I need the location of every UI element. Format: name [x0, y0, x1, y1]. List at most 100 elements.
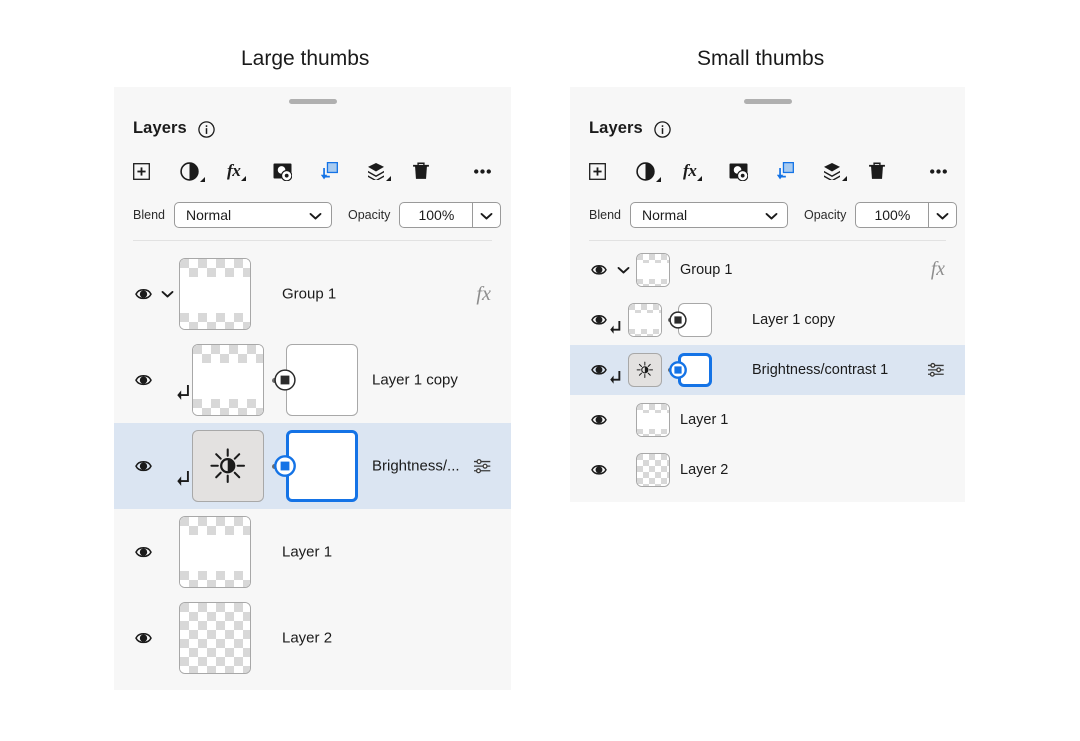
opacity-stepper[interactable] [472, 202, 502, 228]
layer-thumbnail[interactable] [179, 258, 251, 330]
blend-mode-select[interactable]: Normal [629, 202, 788, 228]
delete-layer-button[interactable] [412, 158, 430, 184]
transparency-checker [637, 454, 669, 486]
layer-thumbnail[interactable] [628, 353, 662, 387]
panel-drag-handle[interactable] [288, 99, 337, 104]
layer-row[interactable]: Layer 1 copy [114, 337, 511, 423]
layer-thumbnail[interactable] [192, 344, 264, 416]
layer-visibility-toggle[interactable] [588, 345, 610, 395]
chevron-down-icon [480, 207, 493, 223]
layer-thumbnail[interactable] [636, 253, 670, 287]
layer-visibility-toggle[interactable] [132, 595, 154, 681]
layer-mask-thumbnail[interactable] [285, 430, 358, 502]
small-thumbs-heading: Small thumbs [697, 47, 825, 70]
eye-icon [134, 288, 152, 300]
layer-thumbnails [628, 295, 713, 345]
layer-row[interactable]: Layer 2 [570, 445, 965, 495]
layer-name[interactable]: Group 1 [282, 286, 336, 303]
layer-row[interactable]: Brightness/contrast 1 [570, 345, 965, 395]
layer-mask-button[interactable] [273, 158, 292, 184]
layer-name[interactable]: Layer 2 [282, 630, 332, 647]
eye-icon [134, 374, 152, 386]
layer-row[interactable]: Layer 1 copy [570, 295, 965, 345]
layer-thumbnail[interactable] [179, 516, 251, 588]
layer-effects-button[interactable]: fx [683, 158, 703, 184]
adjustment-properties-icon[interactable] [927, 345, 945, 395]
panel-title: Layers [133, 119, 187, 137]
adjustment-properties-icon[interactable] [473, 423, 491, 509]
mask-link-icon[interactable] [274, 455, 297, 477]
layers-list: Group 1 fx Layer 1 copy Brightness/contrast… [570, 245, 965, 495]
layer-row[interactable]: Layer 1 [570, 395, 965, 445]
layers-toolbar: fx [589, 158, 947, 188]
layer-visibility-toggle[interactable] [588, 245, 610, 295]
opacity-label: Opacity [347, 208, 391, 222]
layer-name[interactable]: Layer 2 [680, 462, 728, 478]
blend-mode-value: Normal [185, 207, 232, 223]
layer-effects-indicator[interactable]: fx [931, 245, 945, 295]
layer-name[interactable]: Layer 1 copy [372, 372, 458, 389]
layer-visibility-toggle[interactable] [588, 295, 610, 345]
add-layer-button[interactable] [133, 158, 150, 184]
layer-name[interactable]: Layer 1 [680, 412, 728, 428]
layer-row[interactable]: Brightness/... [114, 423, 511, 509]
chevron-down-icon [617, 266, 630, 274]
layer-visibility-toggle[interactable] [132, 509, 154, 595]
group-expand-toggle[interactable] [614, 245, 632, 295]
group-layers-button[interactable] [367, 158, 391, 184]
opacity-input[interactable]: 100% [855, 202, 929, 228]
layer-effects-button[interactable]: fx [227, 158, 247, 184]
layer-effects-indicator[interactable]: fx [476, 251, 491, 337]
info-circle-icon[interactable] [198, 120, 215, 138]
layer-row[interactable]: Layer 2 [114, 595, 511, 681]
eye-icon [591, 364, 607, 376]
clipping-mask-button[interactable] [777, 158, 796, 184]
layer-thumbnail[interactable] [636, 453, 670, 487]
layer-name[interactable]: Brightness/contrast 1 [752, 362, 888, 378]
layer-visibility-toggle[interactable] [588, 445, 610, 495]
opacity-input[interactable]: 100% [399, 202, 473, 228]
layer-visibility-toggle[interactable] [588, 395, 610, 445]
dropdown-caret-icon [656, 176, 661, 182]
layer-visibility-toggle[interactable] [132, 337, 154, 423]
layer-thumbnail[interactable] [192, 430, 264, 502]
mask-link-icon[interactable] [669, 311, 687, 329]
delete-layer-button[interactable] [868, 158, 886, 184]
layer-name[interactable]: Layer 1 [282, 544, 332, 561]
layer-mask-thumbnail[interactable] [285, 344, 358, 416]
layer-thumbnails [636, 395, 670, 445]
layer-name[interactable]: Brightness/... [372, 458, 460, 475]
layer-thumbnail[interactable] [636, 403, 670, 437]
adjustment-layer-button[interactable] [636, 158, 661, 184]
layer-thumbnail[interactable] [179, 602, 251, 674]
blend-label: Blend [589, 208, 621, 222]
add-layer-button[interactable] [589, 158, 606, 184]
layer-row[interactable]: Group 1 fx [114, 251, 511, 337]
more-options-button[interactable] [929, 158, 948, 184]
layer-mask-button[interactable] [729, 158, 748, 184]
blend-mode-select[interactable]: Normal [173, 202, 332, 228]
adjustment-layer-button[interactable] [180, 158, 205, 184]
dropdown-caret-icon [842, 176, 847, 181]
layer-row[interactable]: Layer 1 [114, 509, 511, 595]
layer-row[interactable]: Group 1 fx [570, 245, 965, 295]
panel-drag-handle[interactable] [743, 99, 792, 104]
info-circle-icon[interactable] [654, 120, 671, 138]
group-layers-button[interactable] [823, 158, 847, 184]
mask-link-icon[interactable] [668, 361, 687, 379]
layer-properties-row: Blend Normal Opacity 100% [589, 202, 958, 228]
transparency-checker [629, 304, 661, 336]
opacity-stepper[interactable] [928, 202, 958, 228]
group-expand-toggle[interactable] [158, 251, 176, 337]
layer-visibility-toggle[interactable] [132, 423, 154, 509]
mask-icon [273, 162, 292, 181]
clipping-mask-button[interactable] [321, 158, 340, 184]
layer-name[interactable]: Layer 1 copy [752, 312, 835, 328]
more-options-button[interactable] [473, 158, 492, 184]
fx-icon: fx [930, 259, 945, 280]
layer-thumbnail[interactable] [628, 303, 662, 337]
layer-name[interactable]: Group 1 [680, 262, 732, 278]
layer-visibility-toggle[interactable] [132, 251, 154, 337]
mask-link-icon[interactable] [274, 369, 296, 391]
clip-square-icon [321, 161, 340, 181]
